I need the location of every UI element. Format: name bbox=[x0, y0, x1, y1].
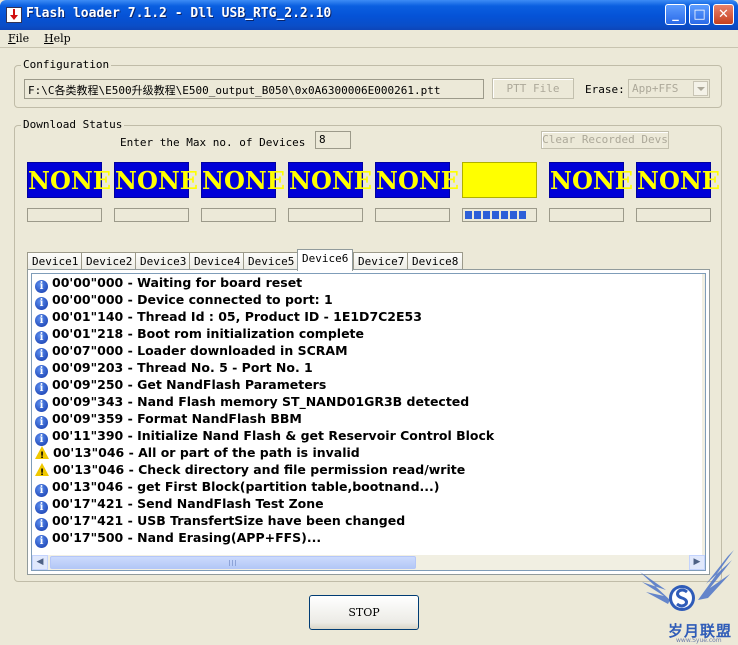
warning-icon: ! bbox=[35, 446, 49, 461]
log-text: 00'00"000 - Device connected to port: 1 bbox=[52, 292, 333, 307]
log-text: 00'09"359 - Format NandFlash BBM bbox=[52, 411, 302, 426]
log-line: ! 00'13"046 - All or part of the path is … bbox=[35, 444, 360, 461]
tab-device4[interactable]: Device4 bbox=[189, 252, 246, 270]
log-line: i 00'17"500 - Nand Erasing(APP+FFS)... bbox=[35, 529, 322, 548]
log-line: i 00'11"390 - Initialize Nand Flash & get… bbox=[35, 427, 495, 446]
log-line: i 00'07"000 - Loader downloaded in SCRAM bbox=[35, 342, 348, 361]
watermark-sub: www.Syue.com bbox=[676, 637, 722, 644]
info-icon: i bbox=[35, 535, 48, 548]
device-progress-6 bbox=[462, 208, 537, 222]
device-status-6 bbox=[462, 162, 537, 198]
clear-recorded-devs-button[interactable]: Clear Recorded Devs bbox=[541, 131, 669, 149]
progress-fill bbox=[465, 211, 528, 219]
tab-device6[interactable]: Device6 bbox=[297, 249, 354, 271]
erase-select[interactable]: App+FFS bbox=[628, 79, 710, 98]
log-text: 00'13"046 - Check directory and file per… bbox=[53, 462, 466, 477]
warning-icon: ! bbox=[35, 463, 49, 478]
log-text: 00'07"000 - Loader downloaded in SCRAM bbox=[52, 343, 348, 358]
log-line: i 00'17"421 - USB TransfertSize have been… bbox=[35, 512, 406, 531]
tab-device5[interactable]: Device5 bbox=[243, 252, 300, 270]
ptt-path-field[interactable]: F:\C各类教程\E500升级教程\E500_output_B050\0x0A6… bbox=[24, 79, 484, 99]
log-text: 00'11"390 - Initialize Nand Flash & get … bbox=[52, 428, 495, 443]
device-status-4: NONE bbox=[288, 162, 372, 198]
log-panel: i 00'00"000 - Waiting for board reset i 00'… bbox=[27, 269, 710, 575]
tab-device2[interactable]: Device2 bbox=[81, 252, 138, 270]
log-text: 00'01"218 - Boot rom initialization comp… bbox=[52, 326, 364, 341]
log-text: 00'09"250 - Get NandFlash Parameters bbox=[52, 377, 327, 392]
log-list[interactable]: i 00'00"000 - Waiting for board reset i 00'… bbox=[31, 273, 706, 571]
log-text: 00'09"343 - Nand Flash memory ST_NAND01G… bbox=[52, 394, 470, 409]
device-status-3: NONE bbox=[201, 162, 285, 198]
scroll-thumb[interactable] bbox=[50, 556, 416, 569]
ptt-file-button[interactable]: PTT File bbox=[492, 78, 574, 99]
horizontal-scrollbar[interactable]: ◀ ▶ bbox=[32, 555, 705, 570]
maximize-button[interactable]: □ bbox=[689, 4, 710, 25]
log-text: 00'17"500 - Nand Erasing(APP+FFS)... bbox=[52, 530, 322, 545]
log-line: i 00'01"218 - Boot rom initialization com… bbox=[35, 325, 364, 344]
max-devices-label: Enter the Max no. of Devices bbox=[120, 136, 306, 149]
erase-value: App+FFS bbox=[632, 82, 679, 95]
download-status-title: Download Status bbox=[21, 118, 125, 131]
stop-button[interactable]: STOP bbox=[309, 595, 419, 630]
window-title: Flash loader 7.1.2 - Dll USB_RTG_2.2.10 bbox=[26, 6, 332, 21]
log-line: i 00'00"000 - Device connected to port: 1 bbox=[35, 291, 333, 310]
log-line: i 00'01"140 - Thread Id : 05, Product ID … bbox=[35, 308, 422, 327]
minimize-button[interactable]: _ bbox=[665, 4, 686, 25]
device-progress-1 bbox=[27, 208, 102, 222]
scroll-left-icon[interactable]: ◀ bbox=[32, 555, 48, 570]
log-text: 00'09"203 - Thread No. 5 - Port No. 1 bbox=[52, 360, 313, 375]
device-progress-4 bbox=[288, 208, 363, 222]
tab-device8[interactable]: Device8 bbox=[407, 252, 464, 270]
max-devices-input[interactable]: 8 bbox=[315, 131, 351, 149]
log-line: i 00'09"203 - Thread No. 5 - Port No. 1 bbox=[35, 359, 313, 378]
device-progress-2 bbox=[114, 208, 189, 222]
device-progress-7 bbox=[549, 208, 624, 222]
tab-device1[interactable]: Device1 bbox=[27, 252, 84, 270]
vertical-scrollbar[interactable] bbox=[702, 274, 705, 555]
tab-device3[interactable]: Device3 bbox=[135, 252, 192, 270]
device-progress-3 bbox=[201, 208, 276, 222]
device-progress-5 bbox=[375, 208, 450, 222]
menu-bar: File Help bbox=[0, 30, 738, 48]
chevron-down-icon[interactable] bbox=[693, 81, 708, 96]
log-line: i 00'13"046 - get First Block(partition t… bbox=[35, 478, 440, 497]
close-button[interactable]: ✕ bbox=[713, 4, 734, 25]
configuration-title: Configuration bbox=[21, 58, 112, 71]
menu-help[interactable]: Help bbox=[44, 32, 71, 45]
log-line: i 00'09"359 - Format NandFlash BBM bbox=[35, 410, 302, 429]
log-line: i 00'17"421 - Send NandFlash Test Zone bbox=[35, 495, 324, 514]
log-text: 00'13"046 - get First Block(partition ta… bbox=[52, 479, 440, 494]
device-status-8: NONE bbox=[636, 162, 720, 198]
title-bar[interactable]: Flash loader 7.1.2 - Dll USB_RTG_2.2.10 … bbox=[0, 0, 738, 30]
tab-device7[interactable]: Device7 bbox=[353, 252, 410, 270]
log-line: ! 00'13"046 - Check directory and file pe… bbox=[35, 461, 465, 478]
log-line: i 00'09"250 - Get NandFlash Parameters bbox=[35, 376, 327, 395]
device-status-7: NONE bbox=[549, 162, 633, 198]
log-line: i 00'00"000 - Waiting for board reset bbox=[35, 274, 303, 293]
erase-label: Erase: bbox=[585, 83, 625, 96]
device-status-2: NONE bbox=[114, 162, 198, 198]
log-line: i 00'09"343 - Nand Flash memory ST_NAND01… bbox=[35, 393, 470, 412]
log-text: 00'17"421 - USB TransfertSize have been … bbox=[52, 513, 406, 528]
device-progress-8 bbox=[636, 208, 711, 222]
log-text: 00'17"421 - Send NandFlash Test Zone bbox=[52, 496, 324, 511]
download-arrow-icon bbox=[6, 7, 22, 23]
device-status-5: NONE bbox=[375, 162, 459, 198]
log-text: 00'00"000 - Waiting for board reset bbox=[52, 275, 303, 290]
log-text: 00'01"140 - Thread Id : 05, Product ID -… bbox=[52, 309, 422, 324]
menu-file[interactable]: File bbox=[8, 32, 29, 45]
log-text: 00'13"046 - All or part of the path is i… bbox=[53, 445, 360, 460]
device-status-1: NONE bbox=[27, 162, 111, 198]
